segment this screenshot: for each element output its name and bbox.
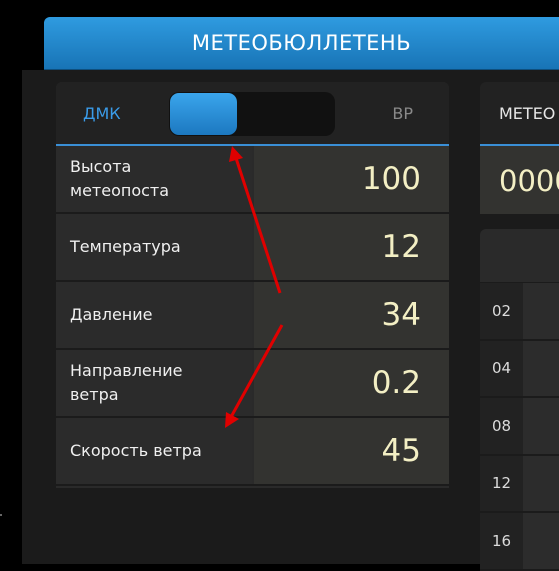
- table-row: 02: [480, 283, 559, 341]
- row-value-cell[interactable]: [523, 340, 559, 396]
- meteo-side-header-label: МЕТЕО: [499, 104, 556, 123]
- row-label: Скорость ветра: [56, 418, 252, 484]
- row-value-cell[interactable]: [523, 513, 559, 569]
- side-table-header: [480, 229, 559, 282]
- row-station-height: Высота метеопоста 100: [56, 146, 449, 214]
- pressure-field[interactable]: 34: [254, 282, 449, 348]
- edge-mark: [0, 514, 2, 516]
- row-index: 16: [492, 531, 512, 550]
- row-pressure: Давление 34: [56, 282, 449, 350]
- wind-direction-field[interactable]: 0.2: [254, 350, 449, 416]
- row-index: 12: [492, 474, 512, 493]
- mode-toggle-bar: ДМК ВР: [56, 82, 449, 146]
- page-title: МЕТЕОБЮЛЛЕТЕНЬ: [191, 31, 412, 55]
- row-index: 04: [492, 359, 512, 378]
- temperature-field[interactable]: 12: [254, 214, 449, 280]
- table-row: 08: [480, 398, 559, 456]
- mode-switch[interactable]: [169, 92, 335, 136]
- row-value-cell[interactable]: [523, 455, 559, 511]
- meteo-side-value: 0000: [499, 164, 559, 198]
- row-label: Высота метеопоста: [56, 146, 252, 212]
- row-index: 08: [492, 416, 512, 435]
- wind-speed-field[interactable]: 45: [254, 418, 449, 484]
- input-panel: ДМК ВР Высота метеопоста 100 Температура…: [56, 82, 449, 488]
- table-row: 12: [480, 455, 559, 513]
- mode-label-dmk[interactable]: ДМК: [83, 104, 121, 123]
- parameter-list: Высота метеопоста 100 Температура 12 Дав…: [56, 146, 449, 486]
- row-value-cell[interactable]: [523, 283, 559, 339]
- title-bar: МЕТЕОБЮЛЛЕТЕНЬ: [44, 17, 559, 70]
- table-row: 16: [480, 513, 559, 571]
- mode-switch-knob[interactable]: [170, 93, 237, 135]
- row-temperature: Температура 12: [56, 214, 449, 282]
- row-index: 02: [492, 301, 512, 320]
- row-label: Давление: [56, 282, 252, 348]
- row-value-cell[interactable]: [523, 398, 559, 454]
- meteo-side-header: МЕТЕО: [480, 82, 559, 146]
- row-wind-direction: Направление ветра 0.2: [56, 350, 449, 418]
- row-label: Температура: [56, 214, 252, 280]
- side-table: 02 04 08 12 16: [480, 283, 559, 571]
- row-wind-speed: Скорость ветра 45: [56, 418, 449, 486]
- meteo-side-value-field[interactable]: 0000: [480, 146, 559, 214]
- station-height-field[interactable]: 100: [254, 146, 449, 212]
- row-label: Направление ветра: [56, 350, 252, 416]
- table-row: 04: [480, 340, 559, 398]
- mode-label-vr[interactable]: ВР: [392, 104, 413, 123]
